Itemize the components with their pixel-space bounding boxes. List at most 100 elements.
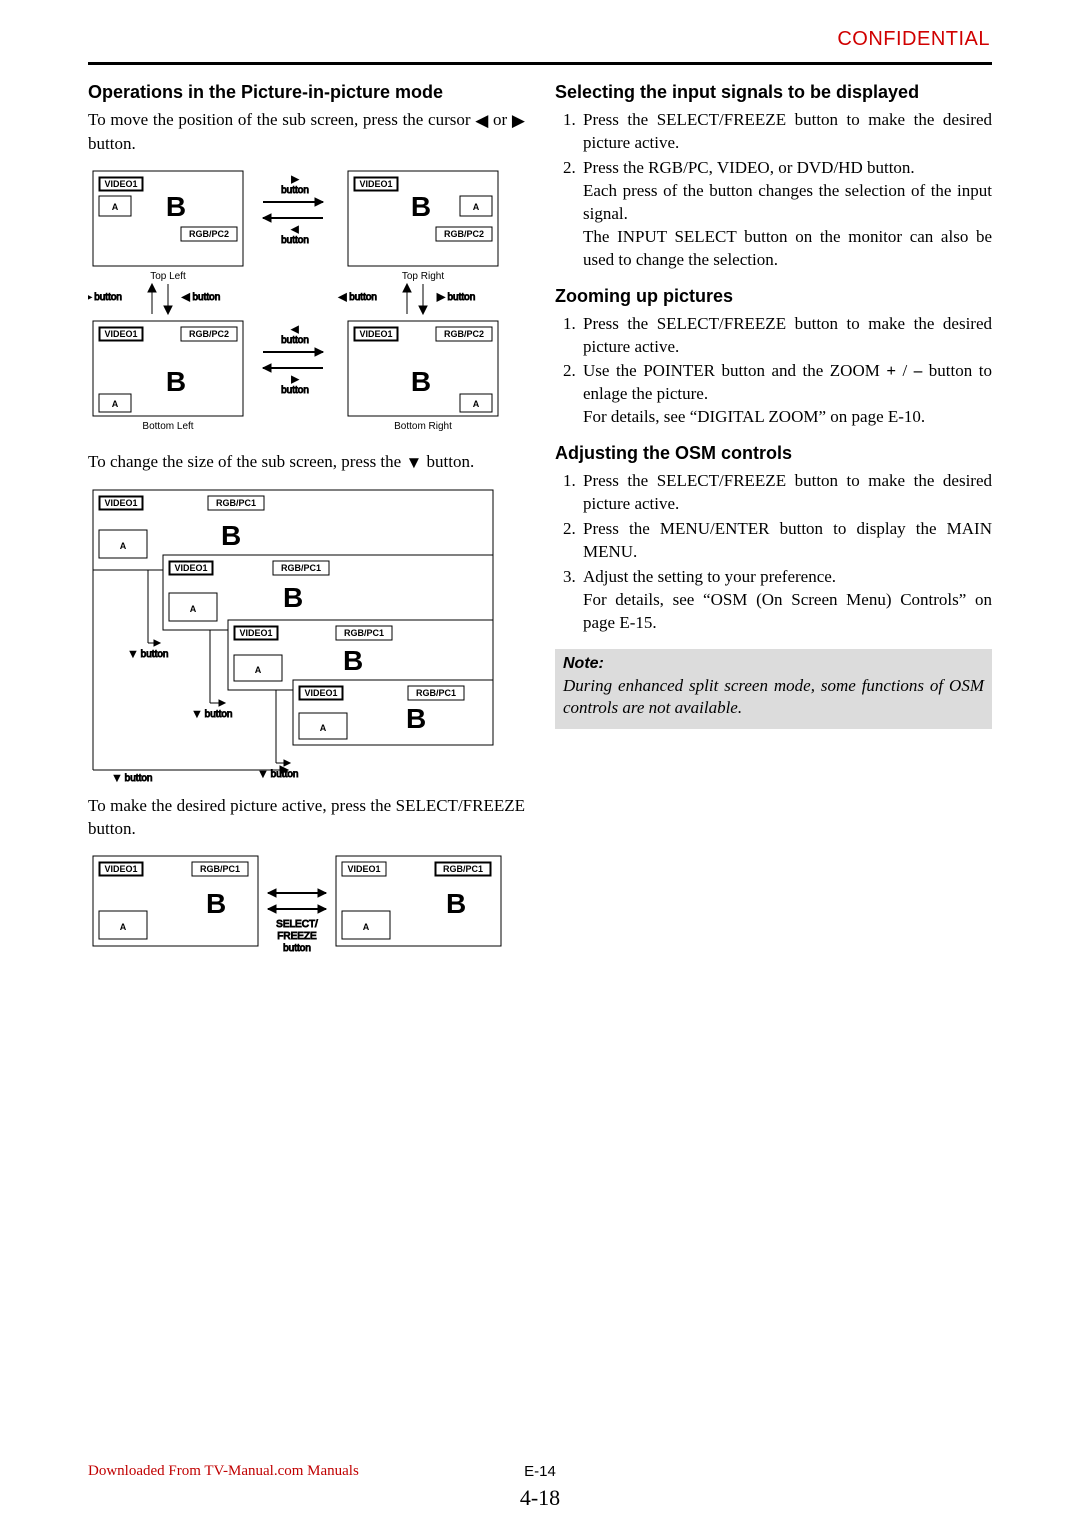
diagram-select-freeze: VIDEO1 RGB/PC1 B A VIDEO1 RGB/PC1 B A [88,851,525,961]
text: or [488,110,512,129]
svg-text:A: A [112,202,119,212]
para-change-size: To change the size of the sub screen, pr… [88,451,525,475]
svg-text:RGB/PC1: RGB/PC1 [416,688,456,698]
svg-text:◀ button: ◀ button [182,292,220,303]
left-column: Operations in the Picture-in-picture mod… [88,78,525,971]
svg-text:B: B [343,645,363,676]
svg-text:RGB/PC1: RGB/PC1 [443,864,483,874]
svg-text:RGB/PC1: RGB/PC1 [281,563,321,573]
triangle-left-icon: ◀ [475,110,488,133]
svg-text:▼ button: ▼ button [192,709,232,720]
svg-text:button: button [281,385,309,396]
svg-text:button: button [283,943,311,954]
list-osm: 1.Press the SELECT/FREEZE button to make… [555,470,992,635]
num: 2. [563,518,583,564]
svg-text:A: A [190,604,197,614]
text: button. [422,452,474,471]
svg-text:B: B [166,191,186,222]
svg-text:Bottom Right: Bottom Right [394,421,452,432]
svg-text:Top Right: Top Right [402,271,444,282]
svg-text:◀: ◀ [292,224,299,234]
svg-text:▼ button: ▼ button [128,649,168,660]
svg-text:B: B [283,582,303,613]
svg-text:VIDEO1: VIDEO1 [104,329,137,339]
list-zoom: 1.Press the SELECT/FREEZE button to make… [555,313,992,430]
content-columns: Operations in the Picture-in-picture mod… [88,78,992,971]
svg-text:Bottom Left: Bottom Left [142,421,193,432]
svg-text:▶: ▶ [292,174,299,184]
svg-text:B: B [446,888,466,919]
svg-text:A: A [120,922,127,932]
num: 1. [563,470,583,516]
svg-text:SELECT/: SELECT/ [276,919,318,930]
text: Press the SELECT/FREEZE button to make t… [583,109,992,155]
text: Use the POINTER button and the ZOOM + / … [583,360,992,429]
svg-text:VIDEO1: VIDEO1 [304,688,337,698]
svg-text:Top Left: Top Left [150,271,186,282]
svg-text:RGB/PC1: RGB/PC1 [216,498,256,508]
confidential-stamp: CONFIDENTIAL [837,28,990,51]
svg-text:▶: ▶ [292,374,299,384]
heading-zoom: Zooming up pictures [555,286,992,307]
svg-text:B: B [206,888,226,919]
svg-text:VIDEO1: VIDEO1 [239,628,272,638]
list-select-input: 1.Press the SELECT/FREEZE button to make… [555,109,992,272]
note-title: Note: [563,655,984,673]
num: 2. [563,157,583,272]
footer: Downloaded From TV-Manual.com Manuals E-… [88,1463,992,1480]
svg-text:VIDEO1: VIDEO1 [104,179,137,189]
svg-text:RGB/PC1: RGB/PC1 [200,864,240,874]
heading-osm: Adjusting the OSM controls [555,443,992,464]
num: 1. [563,313,583,359]
note-box: Note: During enhanced split screen mode,… [555,649,992,729]
svg-text:VIDEO1: VIDEO1 [359,179,392,189]
text: Press the MENU/ENTER button to display t… [583,518,992,564]
svg-text:VIDEO1: VIDEO1 [174,563,207,573]
page-number-4-18: 4-18 [520,1485,560,1511]
text: To move the position of the sub screen, … [88,110,475,129]
heading-select-input: Selecting the input signals to be displa… [555,82,992,103]
svg-text:▶ button: ▶ button [88,292,122,303]
svg-text:B: B [406,703,426,734]
note-body: During enhanced split screen mode, some … [563,675,984,719]
svg-text:B: B [166,366,186,397]
page-number-e14: E-14 [524,1463,556,1480]
svg-text:A: A [363,922,370,932]
svg-text:VIDEO1: VIDEO1 [347,864,380,874]
download-source: Downloaded From TV-Manual.com Manuals [88,1463,359,1479]
text: button. [88,134,136,153]
svg-text:▼ button: ▼ button [258,769,298,780]
text: Press the SELECT/FREEZE button to make t… [583,470,992,516]
svg-text:A: A [473,202,480,212]
svg-text:RGB/PC2: RGB/PC2 [189,229,229,239]
diagram-size: VIDEO1 RGB/PC1 B A VIDEO1 RGB/PC1 B A [88,485,525,785]
svg-text:A: A [120,541,127,551]
heading-pip-ops: Operations in the Picture-in-picture mod… [88,82,525,103]
svg-text:B: B [411,191,431,222]
triangle-right-icon: ▶ [512,110,525,133]
text: Press the RGB/PC, VIDEO, or DVD/HD butto… [583,157,992,272]
right-column: Selecting the input signals to be displa… [555,78,992,971]
svg-text:B: B [221,520,241,551]
svg-text:▶ button: ▶ button [437,292,475,303]
num: 2. [563,360,583,429]
triangle-down-icon: ▼ [405,452,422,475]
svg-text:button: button [281,185,309,196]
svg-text:RGB/PC2: RGB/PC2 [189,329,229,339]
svg-text:B: B [411,366,431,397]
svg-text:FREEZE: FREEZE [277,931,317,942]
svg-text:button: button [281,335,309,346]
para-make-active: To make the desired picture active, pres… [88,795,525,841]
svg-text:◀: ◀ [292,324,299,334]
para-move-sub: To move the position of the sub screen, … [88,109,525,156]
text: Adjust the setting to your preference. F… [583,566,992,635]
text: Press the SELECT/FREEZE button to make t… [583,313,992,359]
svg-text:RGB/PC2: RGB/PC2 [444,229,484,239]
text: To change the size of the sub screen, pr… [88,452,405,471]
svg-text:button: button [281,235,309,246]
svg-text:VIDEO1: VIDEO1 [104,498,137,508]
svg-text:VIDEO1: VIDEO1 [359,329,392,339]
horizontal-rule [88,62,992,65]
svg-text:A: A [320,723,327,733]
svg-text:RGB/PC1: RGB/PC1 [344,628,384,638]
